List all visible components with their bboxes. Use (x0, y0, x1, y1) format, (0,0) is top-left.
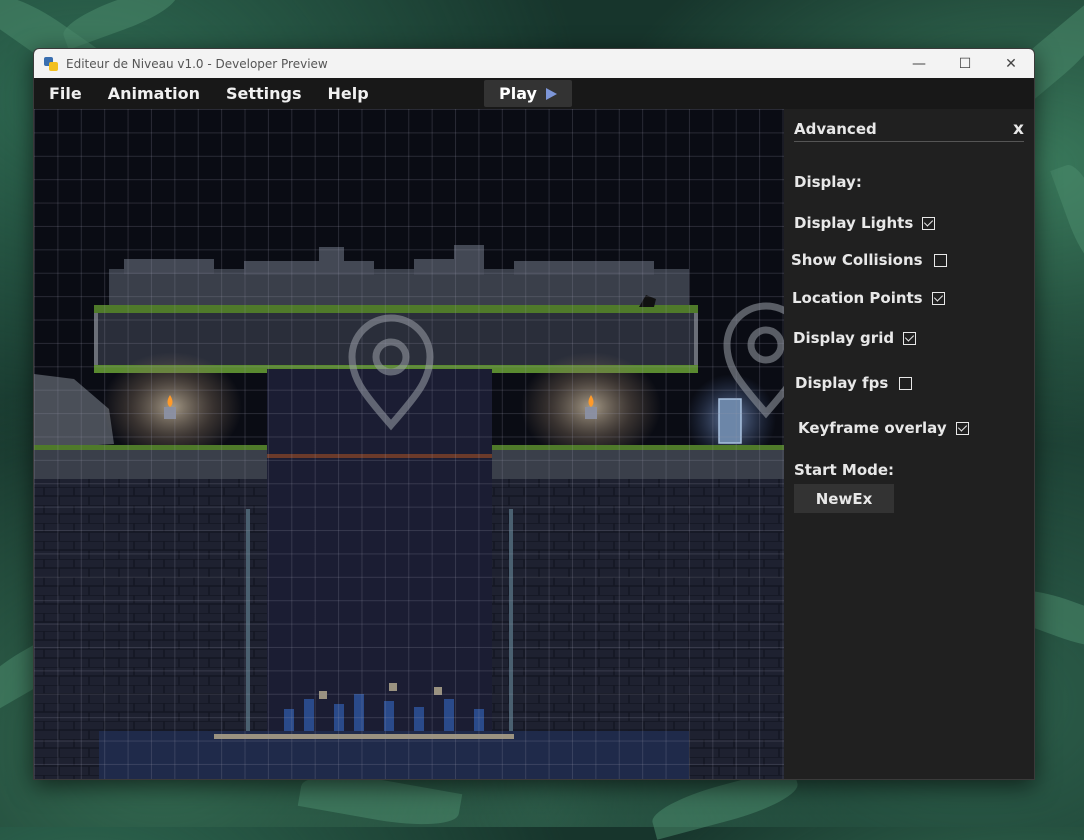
checkbox-location-points[interactable] (931, 291, 945, 305)
menu-bar: File Animation Settings Help Play (34, 78, 1034, 109)
menu-file[interactable]: File (34, 78, 95, 109)
panel-title: Advanced (794, 120, 877, 138)
option-label: Keyframe overlay (798, 419, 947, 437)
play-label: Play (499, 84, 537, 103)
display-section-label: Display: (794, 173, 862, 191)
maximize-button[interactable]: ☐ (942, 49, 988, 78)
rock-pile (34, 374, 114, 449)
minimize-button[interactable]: — (896, 49, 942, 78)
option-label: Show Collisions (791, 251, 923, 269)
checkbox-show-collisions[interactable] (933, 253, 947, 267)
play-button[interactable]: Play (484, 80, 572, 107)
panel-close-button[interactable]: x (1013, 119, 1024, 139)
start-mode-button[interactable]: NewEx (794, 484, 894, 513)
panel-header: Advanced x (794, 117, 1024, 142)
center-pit (267, 369, 492, 779)
option-display-lights[interactable]: Display Lights (794, 214, 936, 232)
python-icon (44, 56, 58, 71)
option-label: Location Points (792, 289, 923, 307)
floor-right (492, 449, 784, 779)
start-mode-label: Start Mode: (794, 461, 895, 479)
menu-settings[interactable]: Settings (213, 78, 315, 109)
editor-window: Editeur de Niveau v1.0 - Developer Previ… (33, 48, 1035, 780)
checkbox-display-grid[interactable] (903, 331, 917, 345)
level-canvas[interactable] (34, 109, 784, 779)
option-keyframe-overlay[interactable]: Keyframe overlay (798, 419, 969, 437)
option-location-points[interactable]: Location Points (792, 289, 945, 307)
option-display-grid[interactable]: Display grid (793, 329, 917, 347)
checkbox-display-fps[interactable] (899, 376, 913, 390)
floor-left (34, 449, 267, 779)
menu-animation[interactable]: Animation (95, 78, 213, 109)
checkbox-display-lights[interactable] (922, 216, 936, 230)
option-label: Display fps (795, 374, 889, 392)
option-show-collisions[interactable]: Show Collisions (791, 251, 947, 269)
exit-door (718, 398, 742, 444)
checkbox-keyframe-overlay[interactable] (955, 421, 969, 435)
advanced-panel: Advanced x Display: Display Lights Show … (784, 109, 1034, 779)
close-window-button[interactable]: ✕ (988, 49, 1034, 78)
window-title: Editeur de Niveau v1.0 - Developer Previ… (66, 56, 328, 71)
level-scene (34, 245, 784, 779)
option-label: Display Lights (794, 214, 914, 232)
wooden-bridge (267, 454, 492, 458)
title-bar[interactable]: Editeur de Niveau v1.0 - Developer Previ… (34, 49, 1034, 78)
option-display-fps[interactable]: Display fps (795, 374, 913, 392)
play-arrow-icon (545, 87, 557, 100)
option-label: Display grid (793, 329, 895, 347)
menu-help[interactable]: Help (315, 78, 382, 109)
